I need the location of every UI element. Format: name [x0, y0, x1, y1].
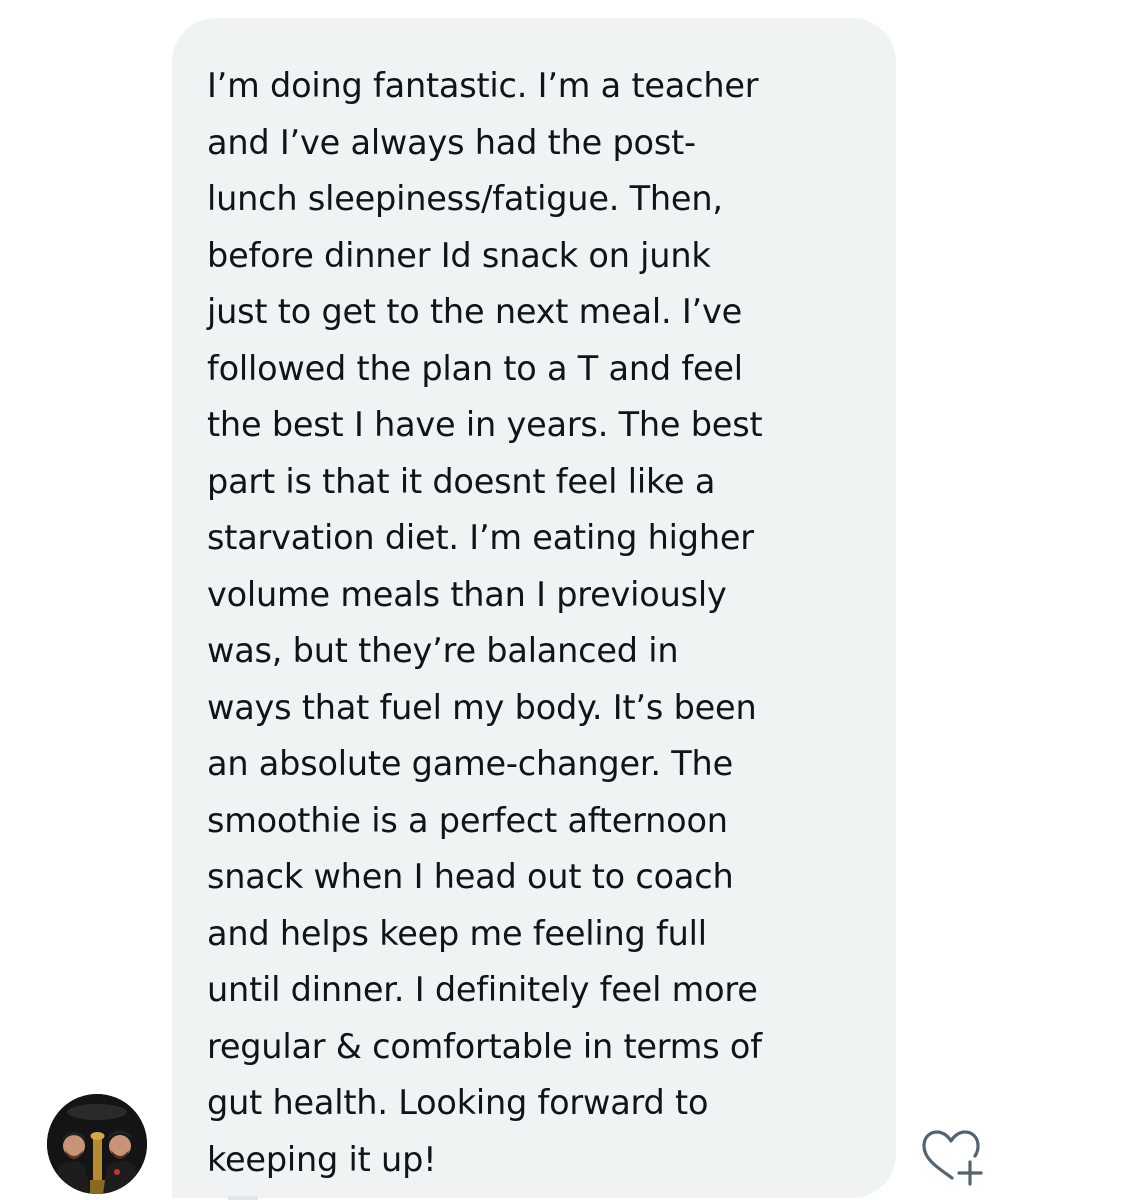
message-line: the best I have in years. The best: [207, 405, 763, 444]
message-line: and helps keep me feeling full: [207, 913, 707, 953]
message-line: just to get to the next meal. I’ve: [207, 292, 743, 331]
message-line: before dinner Id snack on junk: [207, 235, 711, 275]
message-line: was, but they’re balanced in: [207, 631, 679, 670]
message-line: lunch sleepiness/fatigue. Then,: [207, 179, 723, 218]
message-line: followed the plan to a T and feel: [207, 348, 743, 388]
message-line: volume meals than I previously: [207, 574, 727, 614]
message-line: keeping it up!: [207, 1139, 437, 1179]
message-line: until dinner. I definitely feel more: [207, 970, 758, 1009]
message-line: starvation diet. I’m eating higher: [207, 518, 754, 557]
sender-avatar[interactable]: [47, 1094, 147, 1194]
message-line: snack when I head out to coach: [207, 857, 734, 896]
profile-photo-icon: [47, 1094, 147, 1194]
message-line: regular & comfortable in terms of: [207, 1026, 762, 1066]
message-line: ways that fuel my body. It’s been: [207, 687, 757, 727]
message-line: gut health. Looking forward to: [207, 1083, 709, 1122]
message-line: an absolute game-changer. The: [207, 744, 733, 783]
add-reaction-button[interactable]: [918, 1128, 990, 1186]
message-line: part is that it doesnt feel like a: [207, 461, 716, 501]
message-line: I’m doing fantastic. I’m a teacher: [207, 66, 759, 105]
message-line: and I’ve always had the post-: [207, 122, 696, 162]
message-line: smoothie is a perfect afternoon: [207, 800, 728, 840]
next-message-edge: [228, 1196, 258, 1200]
heart-plus-icon: [922, 1130, 983, 1186]
message-bubble: I’m doing fantastic. I’m a teacher and I…: [172, 18, 896, 1198]
